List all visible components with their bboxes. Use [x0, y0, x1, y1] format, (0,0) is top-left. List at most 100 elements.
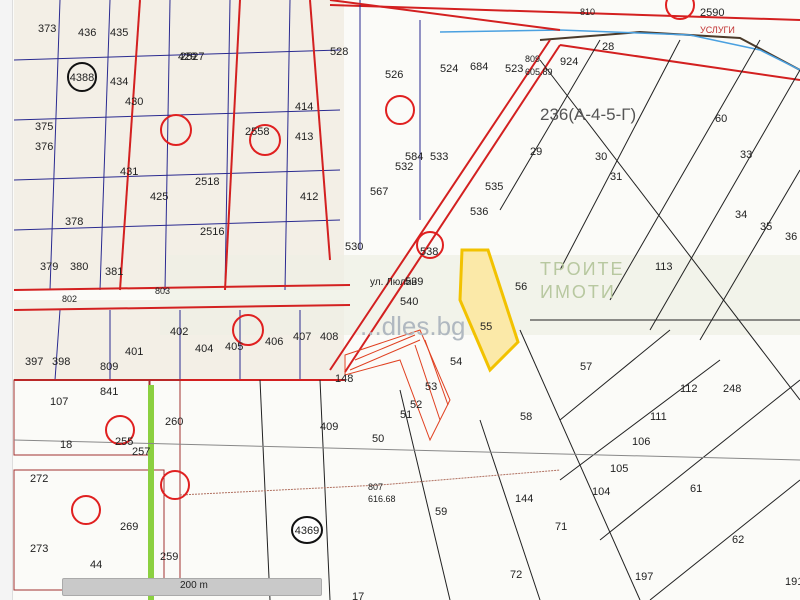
- parcel-number[interactable]: 373: [38, 23, 56, 35]
- parcel-number[interactable]: 408: [320, 331, 338, 343]
- parcel-number[interactable]: 35: [760, 221, 772, 233]
- parcel-number[interactable]: 567: [370, 186, 388, 198]
- parcel-number[interactable]: 31: [610, 171, 622, 183]
- parcel-number[interactable]: 72: [510, 569, 522, 581]
- parcel-number[interactable]: 406: [265, 336, 283, 348]
- parcel-number[interactable]: 56: [515, 281, 527, 293]
- parcel-number[interactable]: 380: [70, 261, 88, 273]
- parcel-number[interactable]: 106: [632, 436, 650, 448]
- parcel-number[interactable]: 535: [485, 181, 503, 193]
- parcel-number[interactable]: 112: [680, 383, 698, 395]
- parcel-number[interactable]: 57: [580, 361, 592, 373]
- parcel-number[interactable]: 260: [165, 416, 183, 428]
- parcel-number[interactable]: 375: [35, 121, 53, 133]
- parcel-number[interactable]: 257: [132, 446, 150, 458]
- parcel-number[interactable]: 436: [78, 27, 96, 39]
- parcel-number[interactable]: 197: [635, 571, 653, 583]
- parcel-number[interactable]: 30: [595, 151, 607, 163]
- parcel-number[interactable]: 528: [330, 46, 348, 58]
- parcel-number[interactable]: 533: [430, 151, 448, 163]
- parcel-number[interactable]: 414: [295, 101, 313, 113]
- parcel-number[interactable]: 148: [335, 373, 353, 385]
- parcel-number[interactable]: 34: [735, 209, 747, 221]
- parcel-number[interactable]: 107: [50, 396, 68, 408]
- elevation-value: 605.89: [525, 67, 553, 77]
- elevation-id: 2590: [700, 7, 724, 19]
- parcel-number[interactable]: 412: [300, 191, 318, 203]
- boundary-line: [329, 4, 800, 21]
- parcel-number[interactable]: 540: [400, 296, 418, 308]
- parcel-number[interactable]: 272: [30, 473, 48, 485]
- parcel-number[interactable]: 401: [125, 346, 143, 358]
- parcel-number[interactable]: 18: [60, 439, 72, 451]
- parcel-number[interactable]: 61: [690, 483, 702, 495]
- parcel-number[interactable]: 407: [293, 331, 311, 343]
- parcel-number[interactable]: 144: [515, 493, 533, 505]
- parcel-number[interactable]: 536: [470, 206, 488, 218]
- parcel-number[interactable]: 50: [372, 433, 384, 445]
- parcel-number[interactable]: 33: [740, 149, 752, 161]
- parcel-number[interactable]: 191: [785, 576, 800, 588]
- parcel-number[interactable]: 379: [40, 261, 58, 273]
- parcel-number[interactable]: 376: [35, 141, 53, 153]
- parcel-number[interactable]: 2516: [200, 226, 224, 238]
- parcel-number[interactable]: 425: [150, 191, 168, 203]
- parcel-number[interactable]: 526: [385, 69, 403, 81]
- parcel-number[interactable]: 398: [52, 356, 70, 368]
- parcel-number[interactable]: 17: [352, 591, 364, 600]
- parcel-number[interactable]: 431: [120, 166, 138, 178]
- parcel-number[interactable]: 269: [120, 521, 138, 533]
- parcel-number[interactable]: 105: [610, 463, 628, 475]
- cadastral-map[interactable]: 4388 4369 236(А-4-5-Г) ул. Люлин ТРОИТЕ …: [0, 0, 800, 600]
- parcel-number[interactable]: 532: [395, 161, 413, 173]
- parcel-number[interactable]: 397: [25, 356, 43, 368]
- parcel-number[interactable]: 55: [480, 321, 492, 333]
- parcel-number[interactable]: 113: [655, 261, 673, 273]
- elevation-id: 802: [62, 294, 77, 304]
- parcel-number[interactable]: 111: [650, 411, 667, 423]
- parcel-number[interactable]: 435: [110, 27, 128, 39]
- parcel-number[interactable]: 2558: [245, 126, 269, 138]
- map-canvas[interactable]: 4388 4369 236(А-4-5-Г) ул. Люлин ТРОИТЕ …: [0, 0, 800, 600]
- parcel-number[interactable]: 28: [602, 41, 614, 53]
- parcel-number[interactable]: 60: [715, 113, 727, 125]
- parcel-number[interactable]: 259: [160, 551, 178, 563]
- parcel-number[interactable]: 523: [505, 63, 523, 75]
- parcel-number[interactable]: 52: [410, 399, 422, 411]
- green-strip: [148, 385, 154, 600]
- parcel-number[interactable]: 59: [435, 506, 447, 518]
- watermark-text: ТРОИТЕ: [540, 259, 625, 279]
- parcel-number[interactable]: 53: [425, 381, 437, 393]
- parcel-number[interactable]: 409: [320, 421, 338, 433]
- parcel-number[interactable]: 841: [100, 386, 118, 398]
- parcel-number[interactable]: 44: [90, 559, 102, 571]
- parcel-number[interactable]: 29: [530, 146, 542, 158]
- parcel-number[interactable]: 71: [555, 521, 567, 533]
- parcel-number[interactable]: 381: [105, 266, 123, 278]
- parcel-number[interactable]: 255: [115, 436, 133, 448]
- parcel-number[interactable]: 62: [732, 534, 744, 546]
- parcel-number[interactable]: 530: [345, 241, 363, 253]
- parcel-number[interactable]: 2518: [195, 176, 219, 188]
- zone-label: 236(А-4-5-Г): [540, 105, 636, 124]
- parcel-number[interactable]: 538: [420, 246, 438, 258]
- parcel-number[interactable]: 273: [30, 543, 48, 555]
- parcel-number[interactable]: 58: [520, 411, 532, 423]
- parcel-number[interactable]: 36: [785, 231, 797, 243]
- parcel-number[interactable]: 405: [225, 341, 243, 353]
- parcel-number[interactable]: 924: [560, 56, 578, 68]
- parcel-number[interactable]: 684: [470, 61, 488, 73]
- parcel-number[interactable]: 2527: [180, 51, 204, 63]
- parcel-number[interactable]: 402: [170, 326, 188, 338]
- parcel-number[interactable]: 524: [440, 63, 458, 75]
- parcel-number[interactable]: 809: [100, 361, 118, 373]
- parcel-number[interactable]: 248: [723, 383, 741, 395]
- parcel-number[interactable]: 404: [195, 343, 213, 355]
- parcel-number[interactable]: 54: [450, 356, 462, 368]
- parcel-number[interactable]: 378: [65, 216, 83, 228]
- parcel-number[interactable]: 104: [592, 486, 610, 498]
- parcel-number[interactable]: 434: [110, 76, 128, 88]
- parcel-number[interactable]: 430: [125, 96, 143, 108]
- parcel-number[interactable]: 413: [295, 131, 313, 143]
- parcel-number[interactable]: 539: [405, 276, 423, 288]
